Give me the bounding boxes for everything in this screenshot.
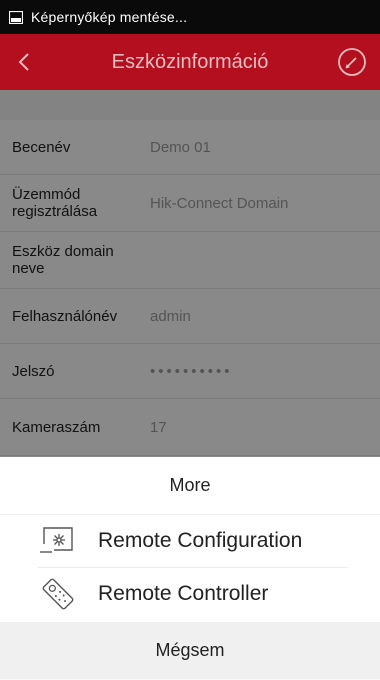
status-bar: Képernyőkép mentése...: [0, 0, 380, 34]
remote-configuration-icon: [38, 523, 82, 559]
remote-controller-icon: [38, 576, 82, 612]
status-text: Képernyőkép mentése...: [31, 9, 188, 25]
more-sheet: More Remote Configuration Remote Control…: [0, 457, 380, 679]
sheet-title: More: [0, 457, 380, 515]
image-icon: [9, 10, 23, 24]
dim-overlay[interactable]: [0, 90, 380, 457]
chevron-left-icon: [18, 53, 29, 71]
remote-controller-item[interactable]: Remote Controller: [38, 567, 348, 620]
pencil-icon: [338, 48, 366, 76]
remote-controller-label: Remote Controller: [98, 582, 269, 605]
page-title: Eszközinformáció: [111, 50, 269, 73]
edit-button[interactable]: [334, 44, 370, 80]
back-button[interactable]: [4, 34, 44, 90]
remote-configuration-label: Remote Configuration: [98, 529, 303, 552]
app-bar: Eszközinformáció: [0, 34, 380, 90]
cancel-button[interactable]: Mégsem: [0, 622, 380, 679]
remote-configuration-item[interactable]: Remote Configuration: [38, 515, 348, 567]
